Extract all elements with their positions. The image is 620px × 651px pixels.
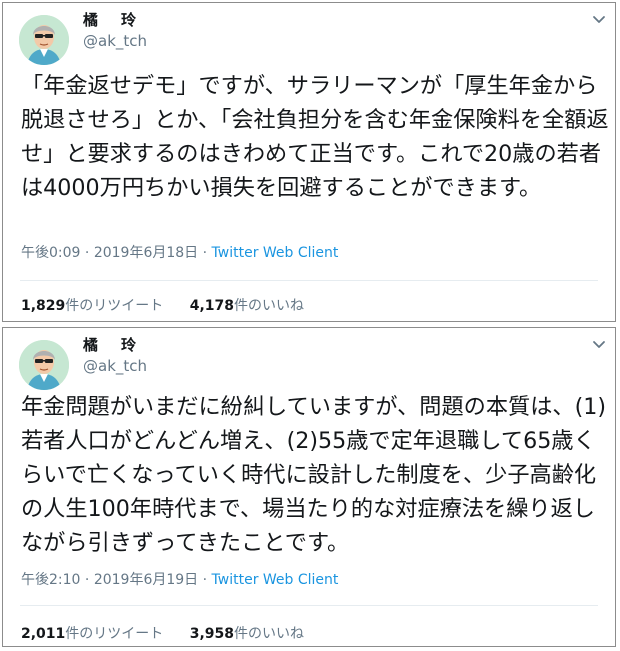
retweet-count-value: 1,829 — [21, 298, 66, 314]
tweet-stats: 1,829件のリツイート 4,178件のいいね — [21, 295, 326, 315]
avatar-illustration — [19, 340, 69, 390]
divider — [20, 605, 598, 606]
avatar[interactable] — [19, 15, 69, 65]
user-handle[interactable]: @ak_tch — [83, 357, 147, 375]
retweet-count[interactable]: 1,829件のリツイート — [21, 298, 163, 314]
client-link[interactable]: Twitter Web Client — [212, 245, 339, 261]
meta-separator: · — [202, 245, 208, 261]
meta-separator: · — [84, 245, 90, 261]
user-handle[interactable]: @ak_tch — [83, 32, 147, 50]
meta-separator: · — [202, 572, 208, 588]
tweet-time[interactable]: 午後0:09 — [21, 245, 80, 261]
like-label: 件のいいね — [234, 298, 305, 314]
tweet-meta: 午後2:10 · 2019年6月19日 · Twitter Web Client — [21, 569, 338, 589]
avatar-illustration — [19, 15, 69, 65]
client-link[interactable]: Twitter Web Client — [212, 572, 339, 588]
retweet-label: 件のリツイート — [65, 298, 164, 314]
retweet-count[interactable]: 2,011件のリツイート — [21, 626, 163, 642]
tweet-stats: 2,011件のリツイート 3,958件のいいね — [21, 623, 326, 643]
like-count-value: 4,178 — [189, 298, 235, 314]
chevron-down-icon[interactable] — [591, 11, 607, 27]
tweet-text: 年金問題がいまだに紛糾していますが、問題の本質は、(1)若者人口がどんどん増え、… — [21, 394, 607, 556]
avatar[interactable] — [19, 340, 69, 390]
divider — [20, 280, 598, 281]
tweet-meta: 午後0:09 · 2019年6月18日 · Twitter Web Client — [21, 242, 338, 262]
tweet-date[interactable]: 2019年6月19日 — [94, 572, 198, 588]
like-label: 件のいいね — [234, 626, 305, 642]
tweet-date[interactable]: 2019年6月18日 — [94, 245, 198, 261]
tweet-card: 橘 玲 @ak_tch 「年金返せデモ」ですが、サラリーマンが「厚生年金から脱退… — [2, 2, 616, 322]
like-count-value: 3,958 — [189, 626, 235, 642]
user-name[interactable]: 橘 玲 — [83, 334, 140, 355]
tweet-time[interactable]: 午後2:10 — [21, 572, 80, 588]
tweet-card: 橘 玲 @ak_tch 年金問題がいまだに紛糾していますが、問題の本質は、(1)… — [2, 327, 616, 647]
user-name[interactable]: 橘 玲 — [83, 9, 140, 30]
like-count[interactable]: 3,958件のいいね — [190, 626, 304, 642]
tweet-text: 「年金返せデモ」ですが、サラリーマンが「厚生年金から脱退させろ」とか、「会社負担… — [21, 73, 609, 201]
like-count[interactable]: 4,178件のいいね — [190, 298, 304, 314]
chevron-down-icon[interactable] — [591, 336, 607, 352]
meta-separator: · — [84, 572, 90, 588]
retweet-label: 件のリツイート — [65, 626, 164, 642]
retweet-count-value: 2,011 — [21, 626, 66, 642]
